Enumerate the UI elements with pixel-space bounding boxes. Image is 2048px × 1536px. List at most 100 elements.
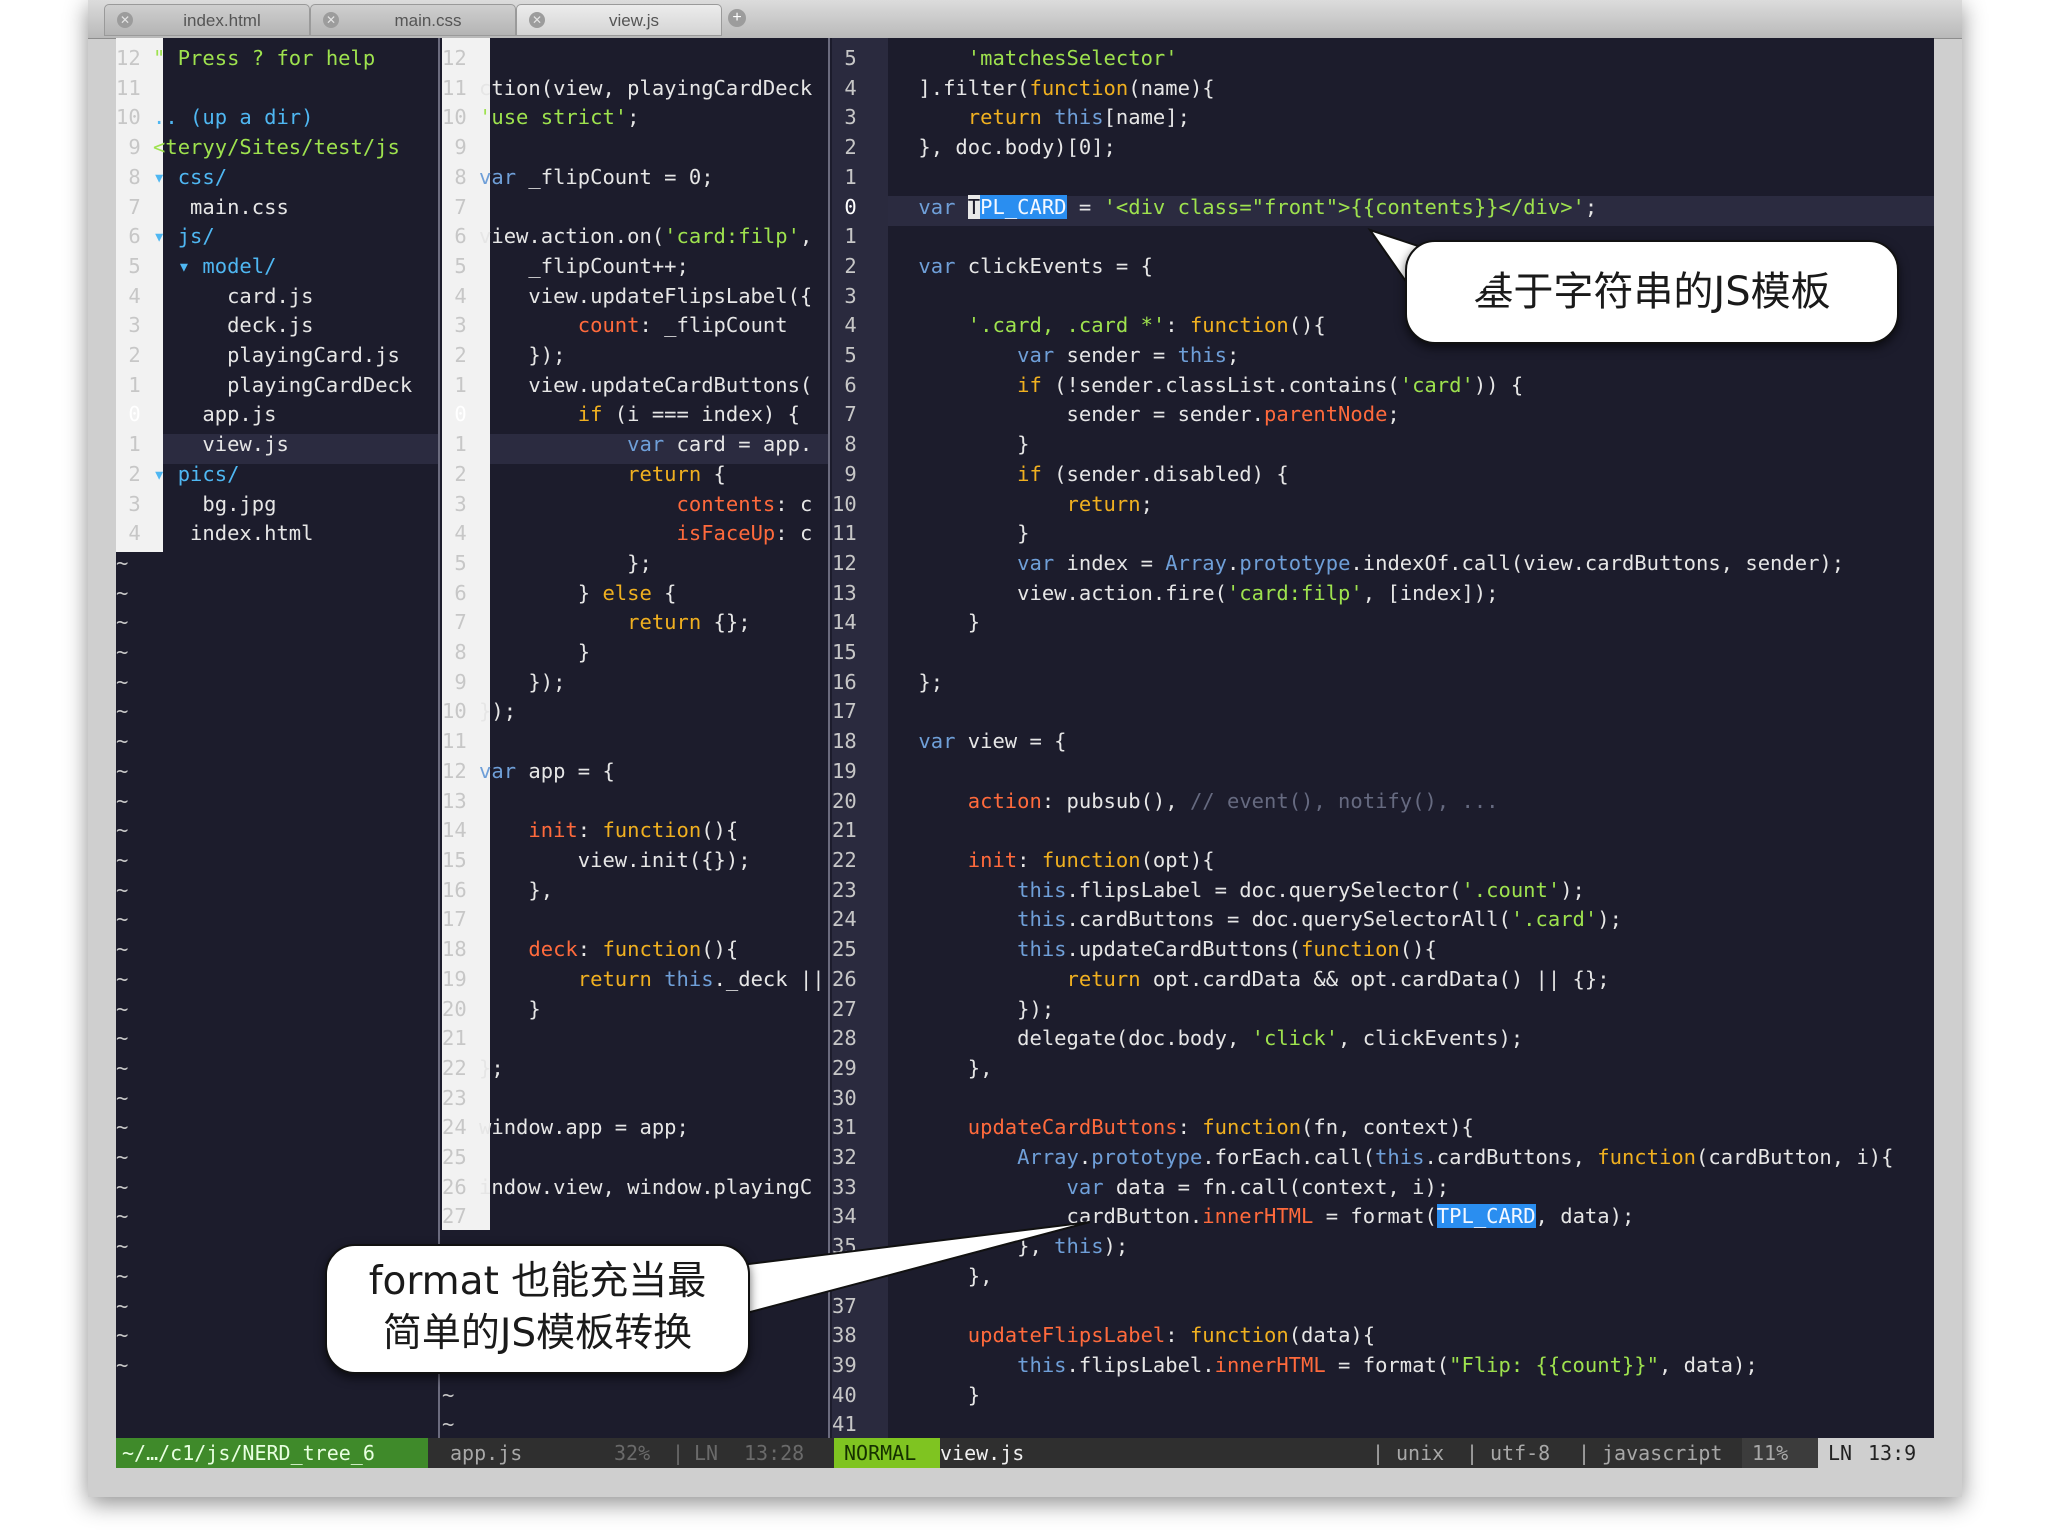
code-line[interactable]: ~	[116, 1024, 412, 1054]
code-line[interactable]: 21	[832, 816, 1894, 846]
code-line[interactable]: 11	[116, 74, 412, 104]
tab-view-js[interactable]: ✕ view.js	[516, 4, 722, 36]
code-line[interactable]: 39 this.flipsLabel.innerHTML = format("F…	[832, 1351, 1894, 1381]
code-line[interactable]: 8 }	[832, 430, 1894, 460]
code-line[interactable]: ~	[442, 1410, 825, 1438]
code-line[interactable]: 6 } else {	[442, 579, 825, 609]
code-line[interactable]: 41	[832, 1410, 1894, 1438]
code-line[interactable]: ~	[116, 579, 412, 609]
code-line[interactable]: 4 index.html	[116, 519, 412, 549]
code-line[interactable]: ~	[116, 935, 412, 965]
code-line[interactable]: 33 var data = fn.call(context, i);	[832, 1173, 1894, 1203]
code-line[interactable]: 24 window.app = app;	[442, 1113, 825, 1143]
code-line[interactable]: ~	[116, 757, 412, 787]
code-line[interactable]: 31 updateCardButtons: function(fn, conte…	[832, 1113, 1894, 1143]
code-line[interactable]: 4 card.js	[116, 282, 412, 312]
tab-index-html[interactable]: ✕ index.html	[104, 4, 310, 36]
code-line[interactable]: 23 this.flipsLabel = doc.querySelector('…	[832, 876, 1894, 906]
close-tab-icon[interactable]: ✕	[529, 12, 545, 28]
code-line[interactable]: ~	[116, 1173, 412, 1203]
code-line[interactable]: 2 return {	[442, 460, 825, 490]
code-line[interactable]: ~	[116, 1084, 412, 1114]
code-line[interactable]: 10 'use strict';	[442, 103, 825, 133]
code-line[interactable]: 22 };	[442, 1054, 825, 1084]
code-line[interactable]: 2 });	[442, 341, 825, 371]
code-line[interactable]: ~	[116, 608, 412, 638]
code-line[interactable]: 26 return opt.cardData && opt.cardData()…	[832, 965, 1894, 995]
code-line[interactable]: 9 if (sender.disabled) {	[832, 460, 1894, 490]
code-line[interactable]: 17	[832, 697, 1894, 727]
close-tab-icon[interactable]: ✕	[323, 12, 339, 28]
code-line[interactable]: 15 view.init({});	[442, 846, 825, 876]
code-line[interactable]: 10 return;	[832, 490, 1894, 520]
code-line[interactable]: 28 delegate(doc.body, 'click', clickEven…	[832, 1024, 1894, 1054]
code-line[interactable]: 5 'matchesSelector'	[832, 44, 1894, 74]
code-line[interactable]: 36 },	[832, 1262, 1894, 1292]
code-line[interactable]: 3 return this[name];	[832, 103, 1894, 133]
code-line[interactable]: 19	[832, 757, 1894, 787]
code-line[interactable]: 22 init: function(opt){	[832, 846, 1894, 876]
code-line[interactable]: 1	[832, 163, 1894, 193]
code-line[interactable]: 6 view.action.on('card:filp',	[442, 222, 825, 252]
code-line[interactable]: 5 };	[442, 549, 825, 579]
code-line[interactable]: 8 }	[442, 638, 825, 668]
code-line[interactable]: 16 };	[832, 668, 1894, 698]
code-line[interactable]: ~	[116, 1054, 412, 1084]
code-line[interactable]: 20 action: pubsub(), // event(), notify(…	[832, 787, 1894, 817]
code-line[interactable]: 2 }, doc.body)[0];	[832, 133, 1894, 163]
code-line[interactable]: 26 indow.view, window.playingC	[442, 1173, 825, 1203]
code-line[interactable]: 12 var index = Array.prototype.indexOf.c…	[832, 549, 1894, 579]
code-line[interactable]: 1 playingCardDeck	[116, 371, 412, 401]
code-line[interactable]: 38 updateFlipsLabel: function(data){	[832, 1321, 1894, 1351]
code-line[interactable]: 27 });	[832, 995, 1894, 1025]
code-line[interactable]: ~	[116, 1202, 412, 1232]
code-line[interactable]: 5 _flipCount++;	[442, 252, 825, 282]
code-line[interactable]: 10 });	[442, 697, 825, 727]
code-line[interactable]: 4 isFaceUp: c	[442, 519, 825, 549]
code-line[interactable]: 13 view.action.fire('card:filp', [index]…	[832, 579, 1894, 609]
code-line[interactable]: ~	[116, 638, 412, 668]
code-line[interactable]: 8 ▾ css/	[116, 163, 412, 193]
code-line[interactable]: 11	[442, 727, 825, 757]
code-line[interactable]: 5 var sender = this;	[832, 341, 1894, 371]
code-line[interactable]: 23	[442, 1084, 825, 1114]
code-line[interactable]: 11 }	[832, 519, 1894, 549]
vertical-split[interactable]	[828, 38, 830, 1438]
code-line[interactable]: 6 ▾ js/	[116, 222, 412, 252]
close-tab-icon[interactable]: ✕	[117, 12, 133, 28]
code-line[interactable]: 1 view.js	[116, 430, 412, 460]
code-line[interactable]: 5 ▾ model/	[116, 252, 412, 282]
code-line[interactable]: ~	[116, 787, 412, 817]
code-line[interactable]: 15	[832, 638, 1894, 668]
code-line[interactable]: 2 ▾ pics/	[116, 460, 412, 490]
code-line[interactable]: 37	[832, 1292, 1894, 1322]
code-line[interactable]: ~	[116, 876, 412, 906]
code-line[interactable]: 17	[442, 905, 825, 935]
code-line[interactable]: 21	[442, 1024, 825, 1054]
code-line[interactable]: 18 deck: function(){	[442, 935, 825, 965]
code-line[interactable]: ~	[116, 905, 412, 935]
code-line[interactable]: 24 this.cardButtons = doc.querySelectorA…	[832, 905, 1894, 935]
code-line[interactable]: 1 view.updateCardButtons(	[442, 371, 825, 401]
code-line[interactable]: 27	[442, 1202, 825, 1232]
tab-main-css[interactable]: ✕ main.css	[310, 4, 516, 36]
code-line[interactable]: 12	[442, 44, 825, 74]
code-line[interactable]: ~	[116, 1143, 412, 1173]
vertical-split[interactable]	[438, 38, 440, 1438]
code-line[interactable]: 7 return {};	[442, 608, 825, 638]
code-line[interactable]: 12 " Press ? for help	[116, 44, 412, 74]
code-line[interactable]: ~	[116, 995, 412, 1025]
code-line[interactable]: 0 app.js	[116, 400, 412, 430]
code-line[interactable]: ~	[116, 549, 412, 579]
code-line[interactable]: 9	[442, 133, 825, 163]
code-line[interactable]: 18 var view = {	[832, 727, 1894, 757]
code-line[interactable]: 9 });	[442, 668, 825, 698]
code-line[interactable]: 4 ].filter(function(name){	[832, 74, 1894, 104]
code-line[interactable]: 4 view.updateFlipsLabel({	[442, 282, 825, 312]
code-line[interactable]: 32 Array.prototype.forEach.call(this.car…	[832, 1143, 1894, 1173]
code-line[interactable]: ~	[116, 965, 412, 995]
code-line[interactable]: 9 <teryy/Sites/test/js	[116, 133, 412, 163]
new-tab-button[interactable]: +	[728, 9, 746, 27]
code-line[interactable]: 2 playingCard.js	[116, 341, 412, 371]
code-line[interactable]: 6 if (!sender.classList.contains('card')…	[832, 371, 1894, 401]
